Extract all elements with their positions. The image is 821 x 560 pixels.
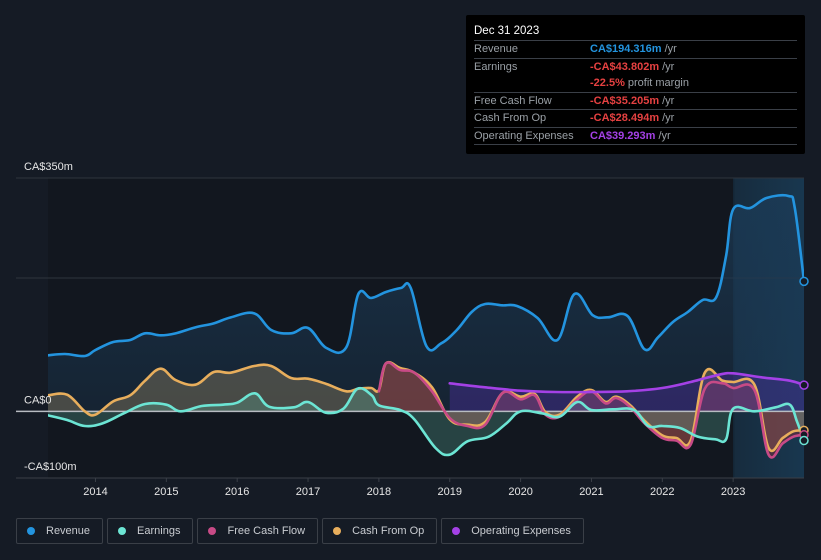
tooltip-value: -22.5% <box>590 77 625 89</box>
tooltip-label: Revenue <box>474 43 519 55</box>
tooltip-row: Revenue CA$194.316m/yr <box>474 41 797 59</box>
y-tick-label: CA$0 <box>24 394 52 406</box>
tooltip-value: CA$39.293m <box>590 129 656 142</box>
legend-item-free-cash-flow[interactable]: Free Cash Flow <box>197 518 319 544</box>
tooltip-label: Cash From Op <box>474 112 547 124</box>
legend-label: Free Cash Flow <box>227 525 306 537</box>
tooltip-row: Cash From Op -CA$28.494m/yr <box>474 110 797 128</box>
x-tick-label: 2023 <box>721 486 745 498</box>
legend-label: Operating Expenses <box>471 525 571 537</box>
tooltip-unit: profit margin <box>627 77 689 89</box>
tooltip-value: CA$194.316m <box>590 43 662 55</box>
x-tick-label: 2019 <box>437 486 461 498</box>
tooltip-date: Dec 31 2023 <box>474 23 797 41</box>
legend-item-revenue[interactable]: Revenue <box>16 518 104 544</box>
tooltip-row: Earnings -CA$43.802m/yr <box>474 59 797 76</box>
x-tick-label: 2018 <box>367 486 391 498</box>
y-tick-label: -CA$100m <box>24 461 77 473</box>
tooltip-unit: /yr <box>662 94 675 107</box>
y-tick-label: CA$350m <box>24 161 73 173</box>
legend-dot-icon <box>27 527 35 535</box>
tooltip-label: Free Cash Flow <box>474 94 552 107</box>
tooltip-unit: /yr <box>658 129 671 142</box>
legend-dot-icon <box>118 527 127 535</box>
tooltip-unit: /yr <box>664 43 677 55</box>
revenue-endpoint[interactable] <box>799 276 809 287</box>
tooltip-label <box>474 75 590 92</box>
legend-label: Earnings <box>137 525 181 537</box>
tooltip-row: Free Cash Flow -CA$35.205m/yr <box>474 93 797 110</box>
tooltip-unit: /yr <box>662 112 675 124</box>
x-tick-label: 2017 <box>296 486 320 498</box>
legend: Revenue Earnings Free Cash Flow Cash From O… <box>16 518 584 544</box>
legend-item-cash-from-op[interactable]: Cash From Op <box>322 518 438 544</box>
legend-item-earnings[interactable]: Earnings <box>107 518 194 544</box>
tooltip-value: -CA$35.205m <box>590 94 660 107</box>
tooltip-row: -22.5% profit margin <box>474 75 797 93</box>
legend-dot-icon <box>208 527 217 535</box>
x-tick-label: 2014 <box>83 486 107 498</box>
legend-dot-icon <box>333 527 342 535</box>
legend-dot-icon <box>452 527 461 535</box>
x-ticks: 2014 2015 2016 2017 2018 2019 2020 2021 2022 2023 <box>83 478 745 498</box>
x-tick-label: 2015 <box>154 486 178 498</box>
x-tick-label: 2022 <box>650 486 674 498</box>
x-tick-label: 2020 <box>508 486 532 498</box>
tooltip-value: -CA$43.802m <box>590 60 660 73</box>
tooltip-label: Operating Expenses <box>474 129 574 142</box>
legend-item-operating-expenses[interactable]: Operating Expenses <box>441 518 584 544</box>
x-tick-label: 2016 <box>225 486 249 498</box>
legend-label: Cash From Op <box>352 525 425 537</box>
tooltip-value: -CA$28.494m <box>590 112 660 124</box>
tooltip-rows: Revenue CA$194.316m/yr Earnings -CA$43.802m… <box>474 41 797 145</box>
x-tick-label: 2021 <box>579 486 603 498</box>
legend-label: Revenue <box>46 525 91 537</box>
tooltip-row: Operating Expenses CA$39.293m/yr <box>474 128 797 145</box>
tooltip: Dec 31 2023 Revenue CA$194.316m/yr Earning… <box>466 15 805 154</box>
tooltip-unit: /yr <box>662 60 675 73</box>
earnings-endpoint[interactable] <box>799 435 809 446</box>
tooltip-label: Earnings <box>474 60 518 73</box>
operating-expenses-endpoint[interactable] <box>799 380 809 390</box>
